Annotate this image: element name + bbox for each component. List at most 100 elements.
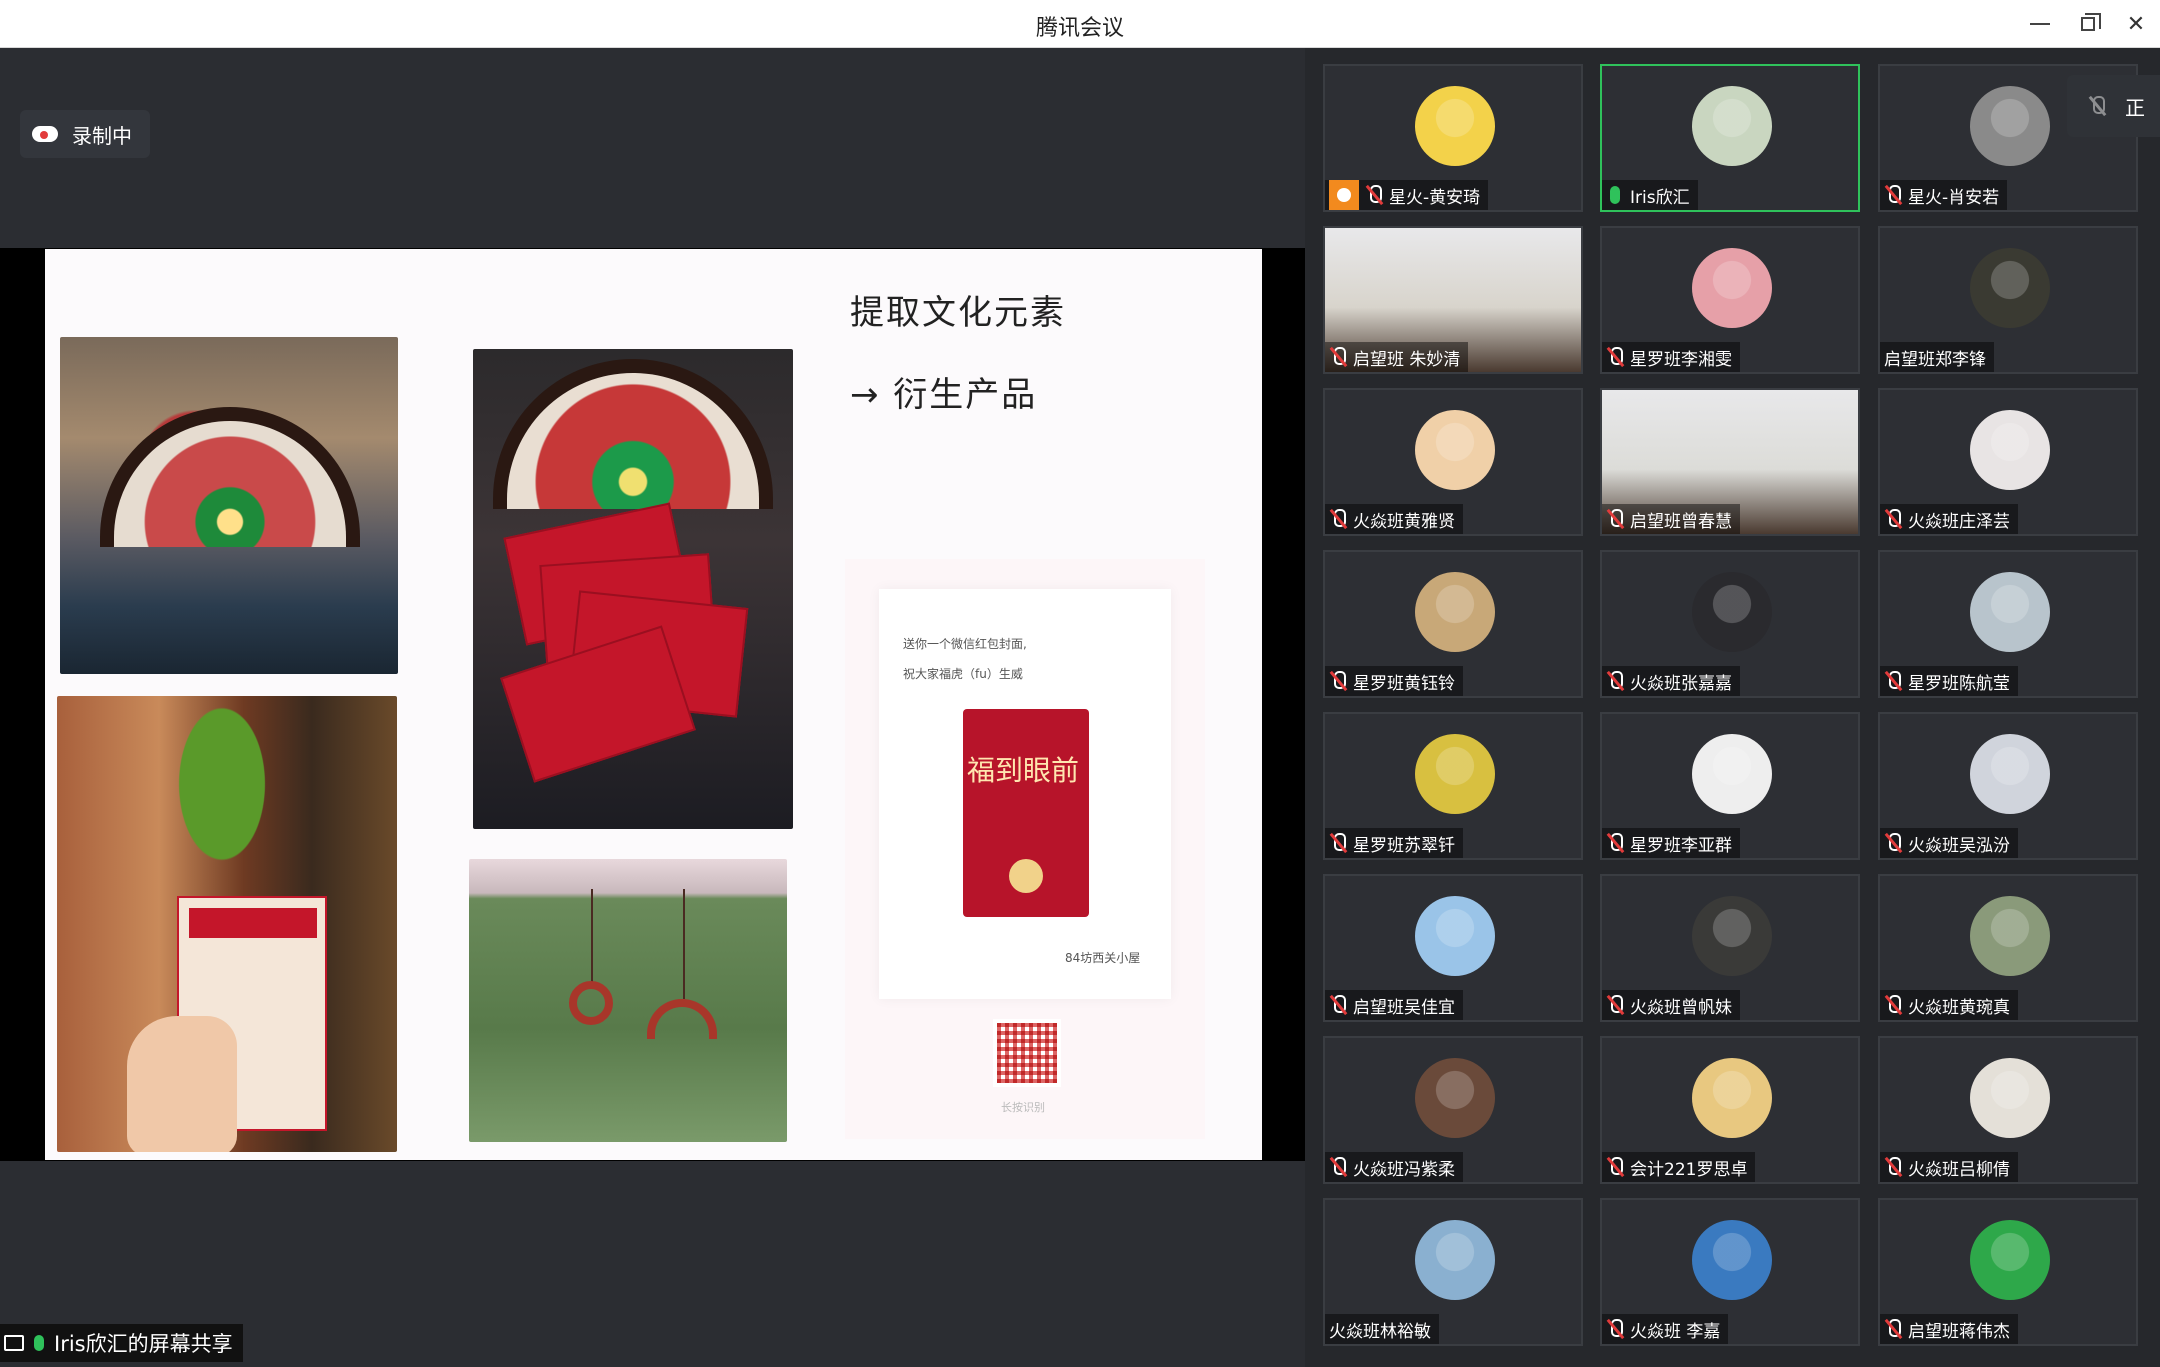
minimize-button[interactable] [2020,6,2060,42]
participant-tile[interactable]: 火焱班 李嘉 [1600,1198,1860,1346]
participant-tile[interactable]: 火焱班黄琬真 [1878,874,2138,1022]
microphone-muted-icon [1606,833,1624,853]
participant-tile[interactable]: 启望班郑李锋 [1878,226,2138,374]
restore-button[interactable] [2068,6,2108,42]
minimize-icon [2030,23,2050,25]
participant-avatar [1692,572,1772,652]
participant-avatar [1970,734,2050,814]
restore-icon [2081,13,2101,31]
microphone-muted-icon [1884,833,1902,853]
participant-avatar [1415,572,1495,652]
participant-avatar [1692,86,1772,166]
arch-window-image [493,359,773,509]
microphone-muted-icon [1606,671,1624,691]
side-panel-chip[interactable]: 正 [2067,75,2160,137]
microphone-on-icon [1610,186,1620,204]
participant-name: 启望班吴佳宜 [1353,997,1455,1018]
participant-name: 星火-黄安琦 [1389,187,1481,208]
microphone-muted-icon [1329,671,1347,691]
participant-tile[interactable]: 火焱班林裕敏 [1323,1198,1583,1346]
microphone-muted-icon [1329,347,1347,367]
participant-tile[interactable]: 启望班蒋伟杰 [1878,1198,2138,1346]
mockup-message-line1: 送你一个微信红包封面, [903,637,1027,651]
screen-share-icon [4,1335,24,1351]
participant-tile[interactable]: 星罗班李亚群 [1600,712,1860,860]
cloud-record-icon [32,126,58,142]
close-button[interactable]: ✕ [2116,6,2156,42]
participant-avatar [1415,1058,1495,1138]
participant-label: 火焱班林裕敏 [1325,1314,1439,1344]
participant-tile[interactable]: 星罗班苏翠钎 [1323,712,1583,860]
participant-label: 星罗班李亚群 [1602,828,1740,858]
participant-tile[interactable]: 星罗班黄钰铃 [1323,550,1583,698]
participant-tile[interactable]: 火焱班冯紫柔 [1323,1036,1583,1184]
participant-avatar [1970,1058,2050,1138]
fan-earring-image [647,999,717,1039]
participant-avatar [1415,896,1495,976]
participant-name: 火焱班庄泽芸 [1908,511,2010,532]
participant-name: 火焱班冯紫柔 [1353,1159,1455,1180]
participant-label: 火焱班冯紫柔 [1325,1152,1463,1182]
participant-tile[interactable]: 会计221罗思卓 [1600,1036,1860,1184]
slide-photo-earrings [469,859,787,1142]
participant-avatar [1692,1220,1772,1300]
participant-name: 火焱班张嘉嘉 [1630,673,1732,694]
mockup-shop-name: 84坊西关小屋 [1065,951,1141,965]
slide-photo-postcard [57,696,397,1152]
participant-name: 星罗班陈航莹 [1908,673,2010,694]
microphone-muted-icon [2089,96,2105,116]
title-bar: 腾讯会议 ✕ [0,0,2160,48]
participant-name: 星罗班李湘雯 [1630,349,1732,370]
participant-name: 启望班曾春慧 [1630,511,1732,532]
participant-tile[interactable]: 星火-黄安琦 [1323,64,1583,212]
microphone-muted-icon [1329,833,1347,853]
participant-label: 星罗班李湘雯 [1602,342,1740,372]
participant-tile[interactable]: 火焱班曾帆妹 [1600,874,1860,1022]
microphone-muted-icon [1606,1319,1624,1339]
microphone-muted-icon [1329,1157,1347,1177]
microphone-muted-icon [1606,995,1624,1015]
participant-tile[interactable]: 火焱班黄雅贤 [1323,388,1583,536]
microphone-muted-icon [1884,509,1902,529]
recording-label: 录制中 [72,123,132,148]
participant-tile[interactable]: 火焱班吴泓汾 [1878,712,2138,860]
microphone-muted-icon [1365,185,1383,205]
participant-name: 启望班 朱妙清 [1353,349,1461,370]
microphone-muted-icon [1606,1157,1624,1177]
microphone-muted-icon [1884,995,1902,1015]
participant-tile[interactable]: Iris欣汇 [1600,64,1860,212]
participant-tile[interactable]: 火焱班庄泽芸 [1878,388,2138,536]
participant-avatar [1415,86,1495,166]
screen-share-label[interactable]: Iris欣汇的屏幕共享 [0,1324,243,1362]
participant-label: 会计221罗思卓 [1602,1152,1756,1182]
mockup-message-line2: 祝大家福虎（fu）生威 [903,667,1023,681]
participant-tile[interactable]: 星罗班陈航莹 [1878,550,2138,698]
close-icon: ✕ [2126,11,2146,37]
coin-icon [1009,859,1043,893]
coin-earring-image [569,981,613,1025]
earring-wire [591,889,593,989]
microphone-muted-icon [1884,1319,1902,1339]
slide-heading: 提取文化元素 [850,293,1066,333]
participant-tile[interactable]: 火焱班吕柳倩 [1878,1036,2138,1184]
microphone-muted-icon [1606,509,1624,529]
participant-label: 火焱班吕柳倩 [1880,1152,2018,1182]
participant-name: 星罗班苏翠钎 [1353,835,1455,856]
participant-avatar [1970,248,2050,328]
microphone-muted-icon [1884,185,1902,205]
participant-tile[interactable]: 启望班曾春慧 [1600,388,1860,536]
participant-label: 火焱班黄雅贤 [1325,504,1463,534]
recording-indicator[interactable]: 录制中 [20,110,150,158]
participant-tile[interactable]: 启望班吴佳宜 [1323,874,1583,1022]
participant-name: 火焱班黄琬真 [1908,997,2010,1018]
participant-label: 星火-肖安若 [1880,180,2008,210]
participant-tile[interactable]: 星罗班李湘雯 [1600,226,1860,374]
participant-name: 启望班蒋伟杰 [1908,1321,2010,1342]
participant-avatar [1415,734,1495,814]
participant-tile[interactable]: 火焱班张嘉嘉 [1600,550,1860,698]
participant-name: 启望班郑李锋 [1884,349,1986,370]
participant-tile[interactable]: 启望班 朱妙清 [1323,226,1583,374]
participant-avatar [1692,248,1772,328]
slide-photo-window-ornament [60,337,398,674]
wechat-cover-mockup: 送你一个微信红包封面, 祝大家福虎（fu）生威 福到眼前 84坊西关小屋 长按识… [845,559,1205,1139]
